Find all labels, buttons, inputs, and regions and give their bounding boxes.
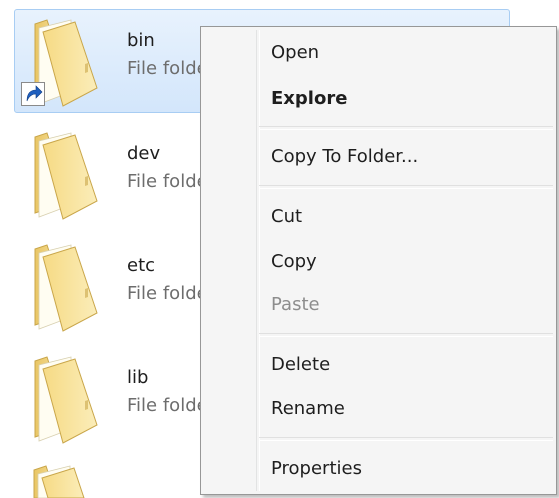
menu-separator — [259, 437, 553, 441]
folder-icon — [34, 132, 98, 220]
menu-item-properties[interactable]: Properties — [204, 449, 553, 489]
item-name: etc — [127, 255, 156, 276]
menu-item-copy-to-folder[interactable]: Copy To Folder... — [204, 137, 553, 177]
menu-item-rename[interactable]: Rename — [204, 389, 553, 429]
item-name: bin — [127, 30, 155, 51]
shortcut-arrow-icon — [21, 82, 45, 106]
menu-separator — [259, 185, 553, 189]
menu-item-paste: Paste — [271, 294, 320, 315]
menu-item-copy[interactable]: Copy — [204, 242, 553, 282]
item-name: dev — [127, 143, 161, 164]
folder-icon — [34, 244, 98, 332]
menu-item-open[interactable]: Open — [204, 33, 553, 73]
menu-separator — [259, 333, 553, 337]
folder-icon — [33, 465, 85, 498]
context-menu: Open Explore Copy To Folder... Cut Copy … — [200, 26, 557, 495]
menu-item-delete[interactable]: Delete — [204, 345, 553, 385]
menu-item-explore[interactable]: Explore — [204, 79, 553, 119]
menu-item-cut[interactable]: Cut — [204, 197, 553, 237]
folder-icon — [34, 356, 98, 444]
menu-separator — [259, 126, 553, 130]
item-name: lib — [127, 367, 149, 388]
